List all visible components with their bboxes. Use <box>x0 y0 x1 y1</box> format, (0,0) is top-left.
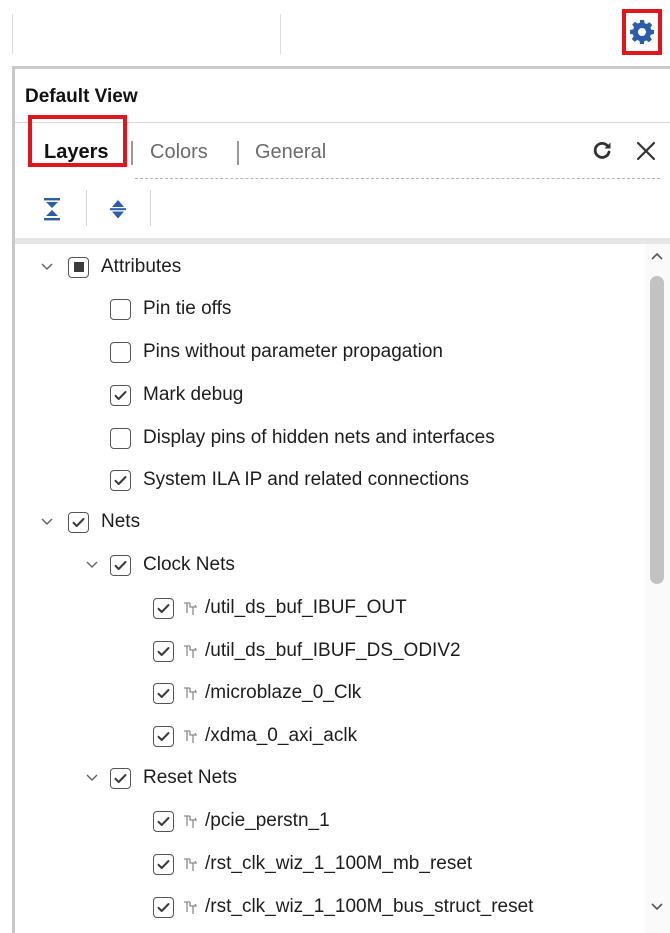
tab-colors[interactable]: Colors <box>150 141 208 164</box>
scroll-down-button[interactable] <box>649 900 665 912</box>
collapse-all-button[interactable] <box>42 196 62 222</box>
expand-all-button[interactable] <box>108 196 128 222</box>
scrollbar-thumb[interactable] <box>650 276 664 584</box>
checkmark-icon <box>157 902 170 912</box>
checkmark-icon <box>72 517 85 527</box>
checkbox[interactable] <box>153 810 174 832</box>
tab-general[interactable]: General <box>255 141 326 164</box>
tree-item-label: Attributes <box>101 256 182 277</box>
checkbox[interactable] <box>110 767 131 789</box>
tree-item-label: /util_ds_buf_IBUF_OUT <box>205 597 407 618</box>
checkbox[interactable] <box>153 853 174 875</box>
tree-row[interactable]: /pcie_perstn_1 <box>153 806 330 836</box>
toolbar-divider <box>12 14 13 54</box>
checkbox[interactable] <box>110 469 131 491</box>
checkmark-icon <box>114 390 127 400</box>
checkmark-icon <box>157 688 170 698</box>
close-button[interactable] <box>636 137 656 168</box>
tree-item-label: /rst_clk_wiz_1_100M_bus_struct_reset <box>205 896 534 917</box>
layers-tree: Attributes Pin tie offs Pins without param… <box>15 244 645 933</box>
tree-row[interactable]: /util_ds_buf_IBUF_OUT <box>153 593 407 623</box>
tree-row[interactable]: Pins without parameter propagation <box>110 337 443 367</box>
chevron-down-icon[interactable] <box>85 771 99 785</box>
tab-underline <box>135 178 660 179</box>
checkbox[interactable] <box>153 682 174 704</box>
checkbox[interactable] <box>110 298 131 320</box>
checkbox[interactable] <box>110 554 131 576</box>
checkmark-icon <box>114 773 127 783</box>
checkmark-icon <box>157 603 170 613</box>
tree-row[interactable]: Display pins of hidden nets and interfac… <box>110 423 495 453</box>
checkmark-icon <box>114 475 127 485</box>
expand-all-icon <box>110 200 126 219</box>
tree-item-label: /pcie_perstn_1 <box>205 810 330 831</box>
checkbox[interactable] <box>68 511 89 533</box>
tree-item-label: /rst_clk_wiz_1_100M_mb_reset <box>205 853 473 874</box>
net-icon <box>184 901 198 914</box>
chevron-down-icon[interactable] <box>85 558 99 572</box>
checkbox[interactable] <box>68 256 89 278</box>
chevron-down-icon[interactable] <box>40 515 54 529</box>
tab-divider <box>131 141 133 165</box>
top-toolbar <box>0 0 670 66</box>
net-icon <box>184 815 198 828</box>
checkmark-icon <box>157 731 170 741</box>
tree-item-label: Nets <box>101 511 141 532</box>
checkmark-icon <box>157 646 170 656</box>
tab-divider <box>237 141 239 165</box>
checkbox[interactable] <box>110 341 131 363</box>
checkbox[interactable] <box>153 725 174 747</box>
checkmark-icon <box>157 859 170 869</box>
chevron-down-icon[interactable] <box>40 260 54 274</box>
tab-layers[interactable]: Layers <box>44 141 109 164</box>
checkbox[interactable] <box>153 597 174 619</box>
tree-item-label: Pin tie offs <box>143 298 232 319</box>
toolbar-divider <box>86 190 87 226</box>
net-icon <box>184 602 198 615</box>
net-icon <box>184 730 198 743</box>
tree-row[interactable]: /rst_clk_wiz_1_100M_bus_struct_reset <box>153 892 533 922</box>
settings-button[interactable] <box>622 9 662 55</box>
collapse-all-icon <box>44 198 60 221</box>
close-icon <box>636 141 656 161</box>
tree-item-label: Reset Nets <box>143 767 237 788</box>
refresh-icon <box>593 142 611 159</box>
checkmark-icon <box>114 560 127 570</box>
tree-row[interactable]: System ILA IP and related connections <box>110 465 469 495</box>
net-icon <box>184 645 198 658</box>
tree-row[interactable]: /microblaze_0_Clk <box>153 678 361 708</box>
toolbar-divider <box>150 190 151 226</box>
tree-item-label: Display pins of hidden nets and interfac… <box>143 427 495 448</box>
chevron-up-icon <box>651 252 663 260</box>
chevron-down-icon <box>651 903 663 911</box>
tree-row[interactable]: /xdma_0_axi_aclk <box>153 721 357 751</box>
net-icon <box>184 858 198 871</box>
tree-item-label: Clock Nets <box>143 554 235 575</box>
tree-row[interactable]: Pin tie offs <box>110 294 231 324</box>
tree-row[interactable]: Mark debug <box>110 380 243 410</box>
checkbox[interactable] <box>153 896 174 918</box>
checkbox[interactable] <box>153 640 174 662</box>
tree-item-label: /xdma_0_axi_aclk <box>205 725 358 746</box>
toolbar-divider <box>280 14 281 54</box>
tree-item-label: Mark debug <box>143 384 244 405</box>
tree-row[interactable]: Attributes <box>68 252 181 282</box>
tree-row[interactable]: Reset Nets <box>110 763 237 793</box>
scroll-up-button[interactable] <box>649 249 665 261</box>
tree-row[interactable]: Nets <box>68 507 140 537</box>
checkbox[interactable] <box>110 427 131 449</box>
tree-row[interactable]: /rst_clk_wiz_1_100M_mb_reset <box>153 849 472 879</box>
tree-item-label: /util_ds_buf_IBUF_DS_ODIV2 <box>205 640 461 661</box>
tree-row[interactable]: /util_ds_buf_IBUF_DS_ODIV2 <box>153 636 461 666</box>
checkbox[interactable] <box>110 384 131 406</box>
checkmark-icon <box>157 816 170 826</box>
gear-icon <box>630 20 654 44</box>
net-icon <box>184 687 198 700</box>
tree-item-label: Pins without parameter propagation <box>143 341 443 362</box>
tree-item-label: /microblaze_0_Clk <box>205 682 362 703</box>
refresh-button[interactable] <box>591 140 613 169</box>
panel-title: Default View <box>25 86 138 107</box>
tree-row[interactable]: Clock Nets <box>110 550 235 580</box>
tree-item-label: System ILA IP and related connections <box>143 469 470 490</box>
